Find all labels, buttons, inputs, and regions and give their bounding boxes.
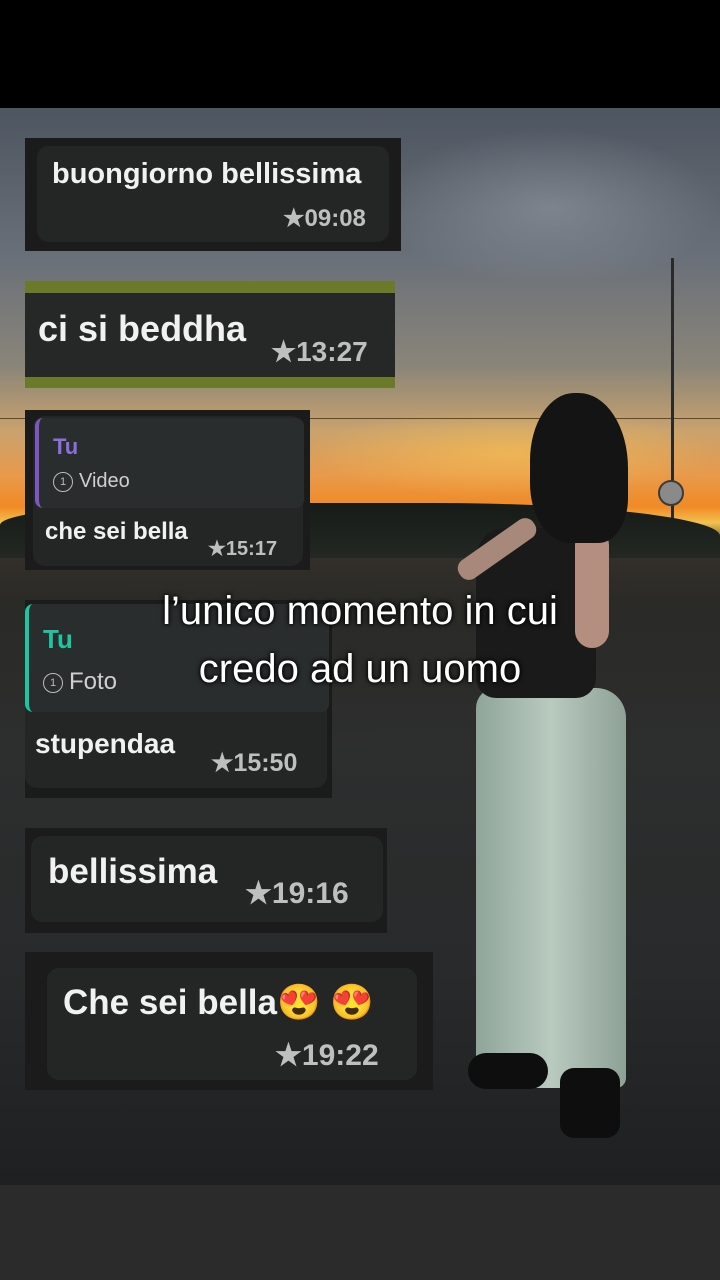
message-time: ★09:08 [283,205,366,232]
message-bubble: Che sei bella😍 😍 ★19:22 [25,952,433,1090]
woman-shoe [560,1068,620,1138]
cloud [380,128,720,288]
caption-line-2: credo ad un uomo [198,647,522,691]
message-text: buongiorno bellissima [52,158,362,190]
view-once-icon: 1 [53,471,73,492]
message-time: ★13:27 [271,336,368,367]
message-bubble: Tu 1 Video che sei bella ★15:17 [25,410,310,570]
message-time: ★15:17 [208,538,278,560]
quoted-reply[interactable]: Tu 1 Video [35,418,304,508]
bottom-bar [0,1185,720,1280]
message-text: ci si beddha [38,308,247,349]
message-bubble: ci si beddha ★13:27 [25,281,395,388]
message-bubble: buongiorno bellissima ★09:08 [25,138,401,251]
woman-shoe [468,1053,548,1089]
woman-hair [530,393,628,543]
caption-line-1: l’unico momento in cui [162,589,558,633]
message-time: ★15:50 [211,749,298,777]
message-text: che sei bella [45,518,188,545]
reply-media-label: Video [79,470,130,492]
video-caption: l’unico momento in cui credo ad un uomo [0,582,720,698]
message-bubble: bellissima ★19:16 [25,828,387,933]
message-text: stupendaa [35,728,176,759]
reply-media: 1 Video [53,470,130,493]
message-time: ★19:16 [245,877,349,910]
road-sign [658,480,684,506]
message-text: Che sei bella😍 😍 [63,983,374,1022]
message-text: bellissima [48,852,218,891]
sunset-glow [300,408,720,498]
woman-pants [476,688,626,1088]
message-time: ★19:22 [275,1039,379,1072]
reply-author: Tu [53,434,79,459]
top-black-bar [0,0,720,108]
light-pole [671,258,674,558]
